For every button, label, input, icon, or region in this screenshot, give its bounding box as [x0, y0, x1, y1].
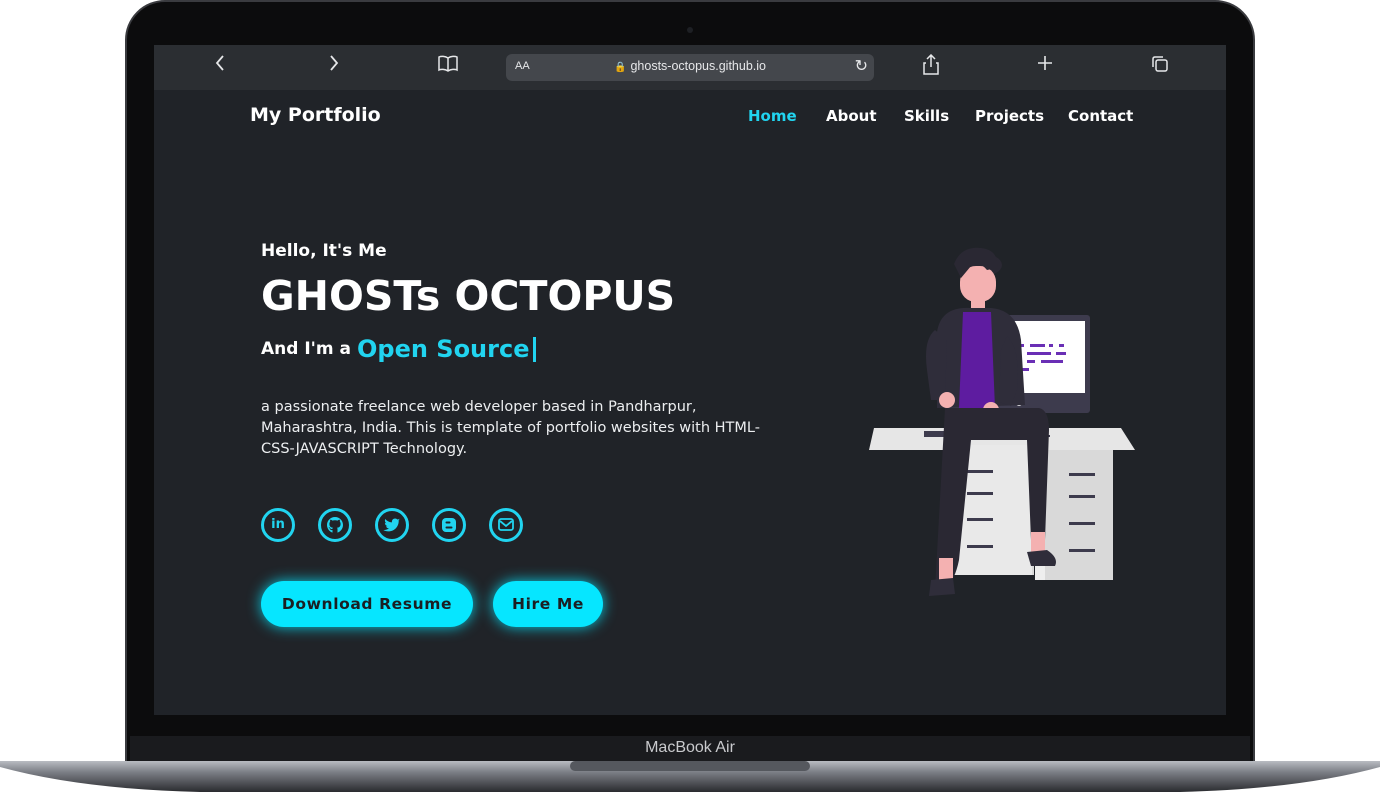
hero-name: GHOSTs OCTOPUS: [261, 272, 676, 320]
developer-desk-illustration: [869, 247, 1135, 596]
webcam: [687, 27, 693, 33]
hire-me-button[interactable]: Hire Me: [493, 581, 603, 627]
reload-icon[interactable]: ↻: [855, 56, 868, 75]
browser-screen: AA 🔒 ghosts-octopus.github.io ↻ My Portfo…: [154, 45, 1226, 715]
hero-role: And I'm a Open Source: [261, 335, 537, 363]
back-icon[interactable]: [206, 54, 234, 80]
address-bar[interactable]: AA 🔒 ghosts-octopus.github.io ↻: [506, 54, 874, 81]
role-prefix: And I'm a: [261, 339, 351, 359]
linkedin-icon[interactable]: in: [261, 508, 295, 542]
blogger-icon[interactable]: [432, 508, 466, 542]
nav-home[interactable]: Home: [748, 107, 797, 125]
github-icon[interactable]: [318, 508, 352, 542]
bookmarks-icon[interactable]: [434, 54, 462, 80]
download-resume-button[interactable]: Download Resume: [261, 581, 473, 627]
email-icon[interactable]: [489, 508, 523, 542]
nav-skills[interactable]: Skills: [904, 107, 949, 125]
site-logo[interactable]: My Portfolio: [250, 104, 381, 126]
hero-description: a passionate freelance web developer bas…: [261, 399, 760, 457]
nav-about[interactable]: About: [826, 107, 877, 125]
share-icon[interactable]: [917, 53, 945, 80]
laptop-mockup: AA 🔒 ghosts-octopus.github.io ↻ My Portfo…: [0, 0, 1380, 793]
new-tab-icon[interactable]: [1031, 54, 1059, 80]
model-label: MacBook Air: [645, 739, 735, 756]
nav-projects[interactable]: Projects: [975, 107, 1044, 125]
tabs-icon[interactable]: [1146, 54, 1174, 80]
url-text: ghosts-octopus.github.io: [630, 59, 766, 73]
typing-cursor: [533, 336, 537, 362]
browser-toolbar: AA 🔒 ghosts-octopus.github.io ↻: [154, 45, 1226, 90]
role-typed-text: Open Source: [356, 335, 530, 363]
twitter-icon[interactable]: [375, 508, 409, 542]
hero-greeting: Hello, It's Me: [261, 241, 387, 261]
laptop-base: [0, 761, 1380, 792]
lock-icon: 🔒: [614, 62, 627, 73]
forward-icon[interactable]: [320, 54, 348, 80]
nav-contact[interactable]: Contact: [1068, 107, 1133, 125]
